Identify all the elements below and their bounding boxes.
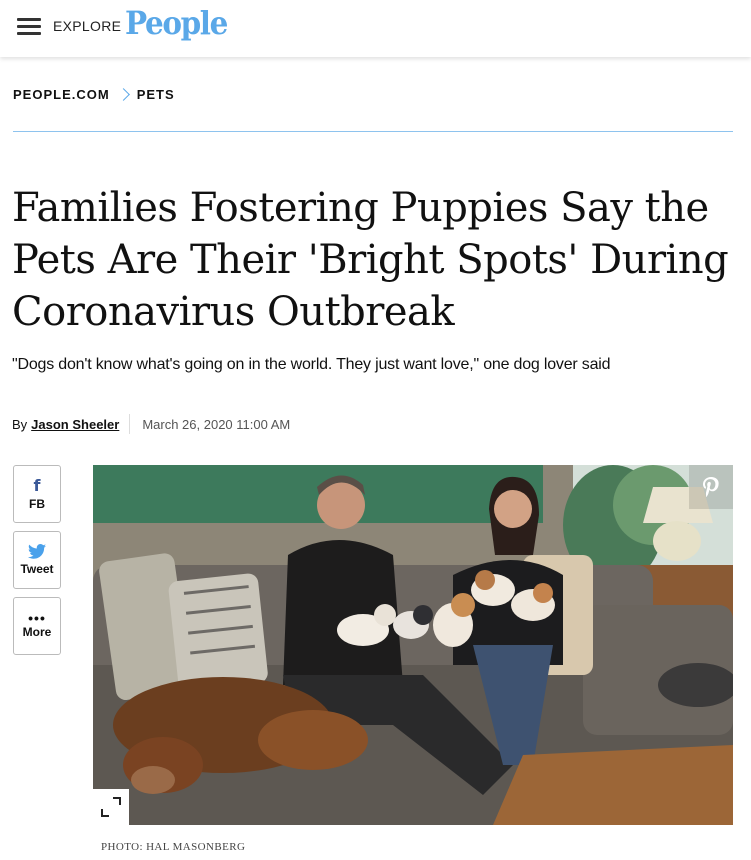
share-twitter-button[interactable]: Tweet [13,531,61,589]
byline-divider [129,414,131,434]
more-dots-icon: ••• [28,609,46,626]
photo-credit: PHOTO: HAL MASONBERG [101,841,246,853]
facebook-icon: f [33,475,41,495]
expand-icon [101,797,121,817]
pinterest-icon [703,477,719,497]
article-dek: "Dogs don't know what's going on in the … [12,356,611,373]
byline: By Jason Sheeler March 26, 2020 11:00 AM [12,414,290,434]
share-facebook-label: FB [29,496,45,511]
explore-link[interactable]: EXPLORE [53,18,121,34]
breadcrumb-divider [13,131,733,132]
top-navigation: EXPLORE People [0,0,751,57]
share-more-button[interactable]: ••• More [13,597,61,655]
share-twitter-label: Tweet [20,562,54,576]
share-more-label: More [22,624,52,639]
publish-date: March 26, 2020 11:00 AM [142,416,291,432]
byline-prefix: By [12,416,28,432]
breadcrumb: PEOPLE.COM PETS [13,87,175,102]
people-logo[interactable]: People [125,4,228,42]
author-link[interactable]: Jason Sheeler [31,417,119,432]
expand-photo-button[interactable] [93,789,129,825]
hamburger-menu-icon[interactable] [17,18,41,35]
lead-photo[interactable] [93,465,733,825]
breadcrumb-item-pets[interactable]: PETS [137,87,175,102]
twitter-icon [28,544,46,559]
article-headline: Families Fostering Puppies Say the Pets … [12,185,729,335]
chevron-right-icon [116,88,130,101]
photo-illustration [93,465,733,825]
share-facebook-button[interactable]: f FB [13,465,61,523]
breadcrumb-item-people-com[interactable]: PEOPLE.COM [13,87,110,102]
pinterest-button[interactable] [689,465,733,509]
